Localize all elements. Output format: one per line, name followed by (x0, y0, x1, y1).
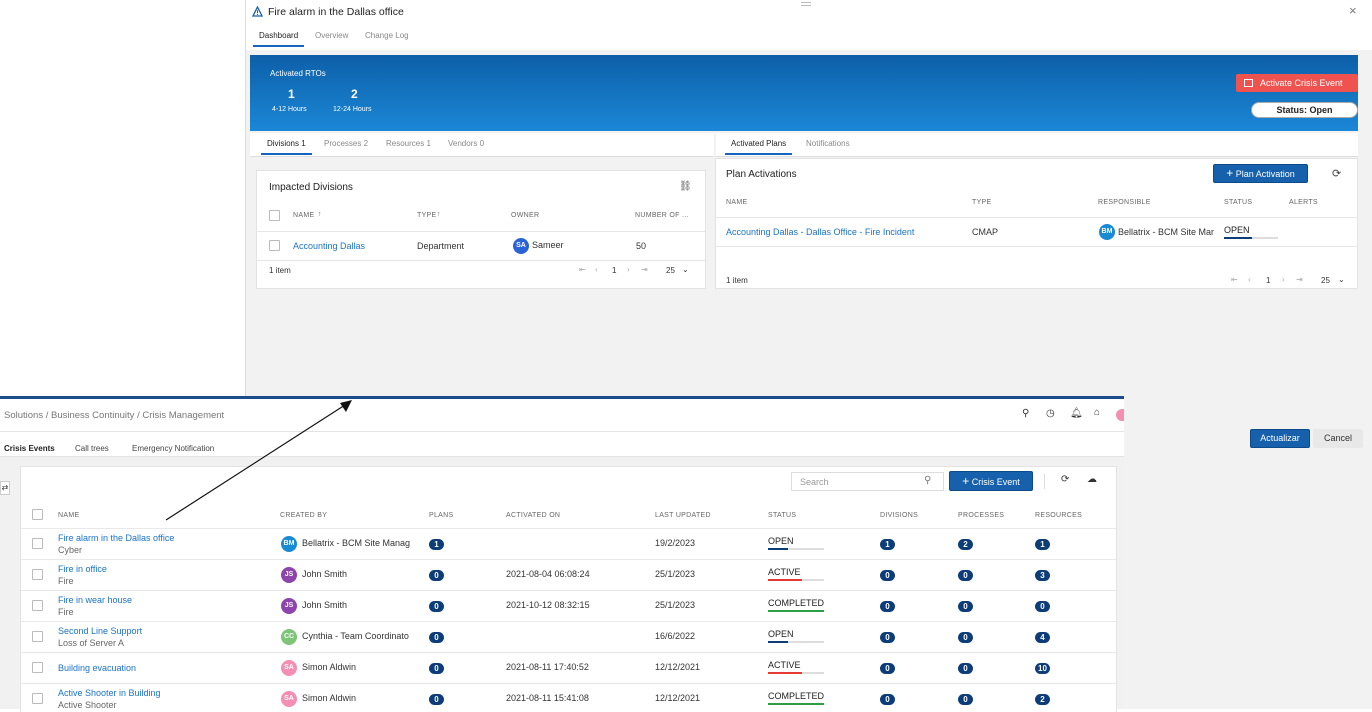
annotation-arrow (165, 400, 352, 521)
